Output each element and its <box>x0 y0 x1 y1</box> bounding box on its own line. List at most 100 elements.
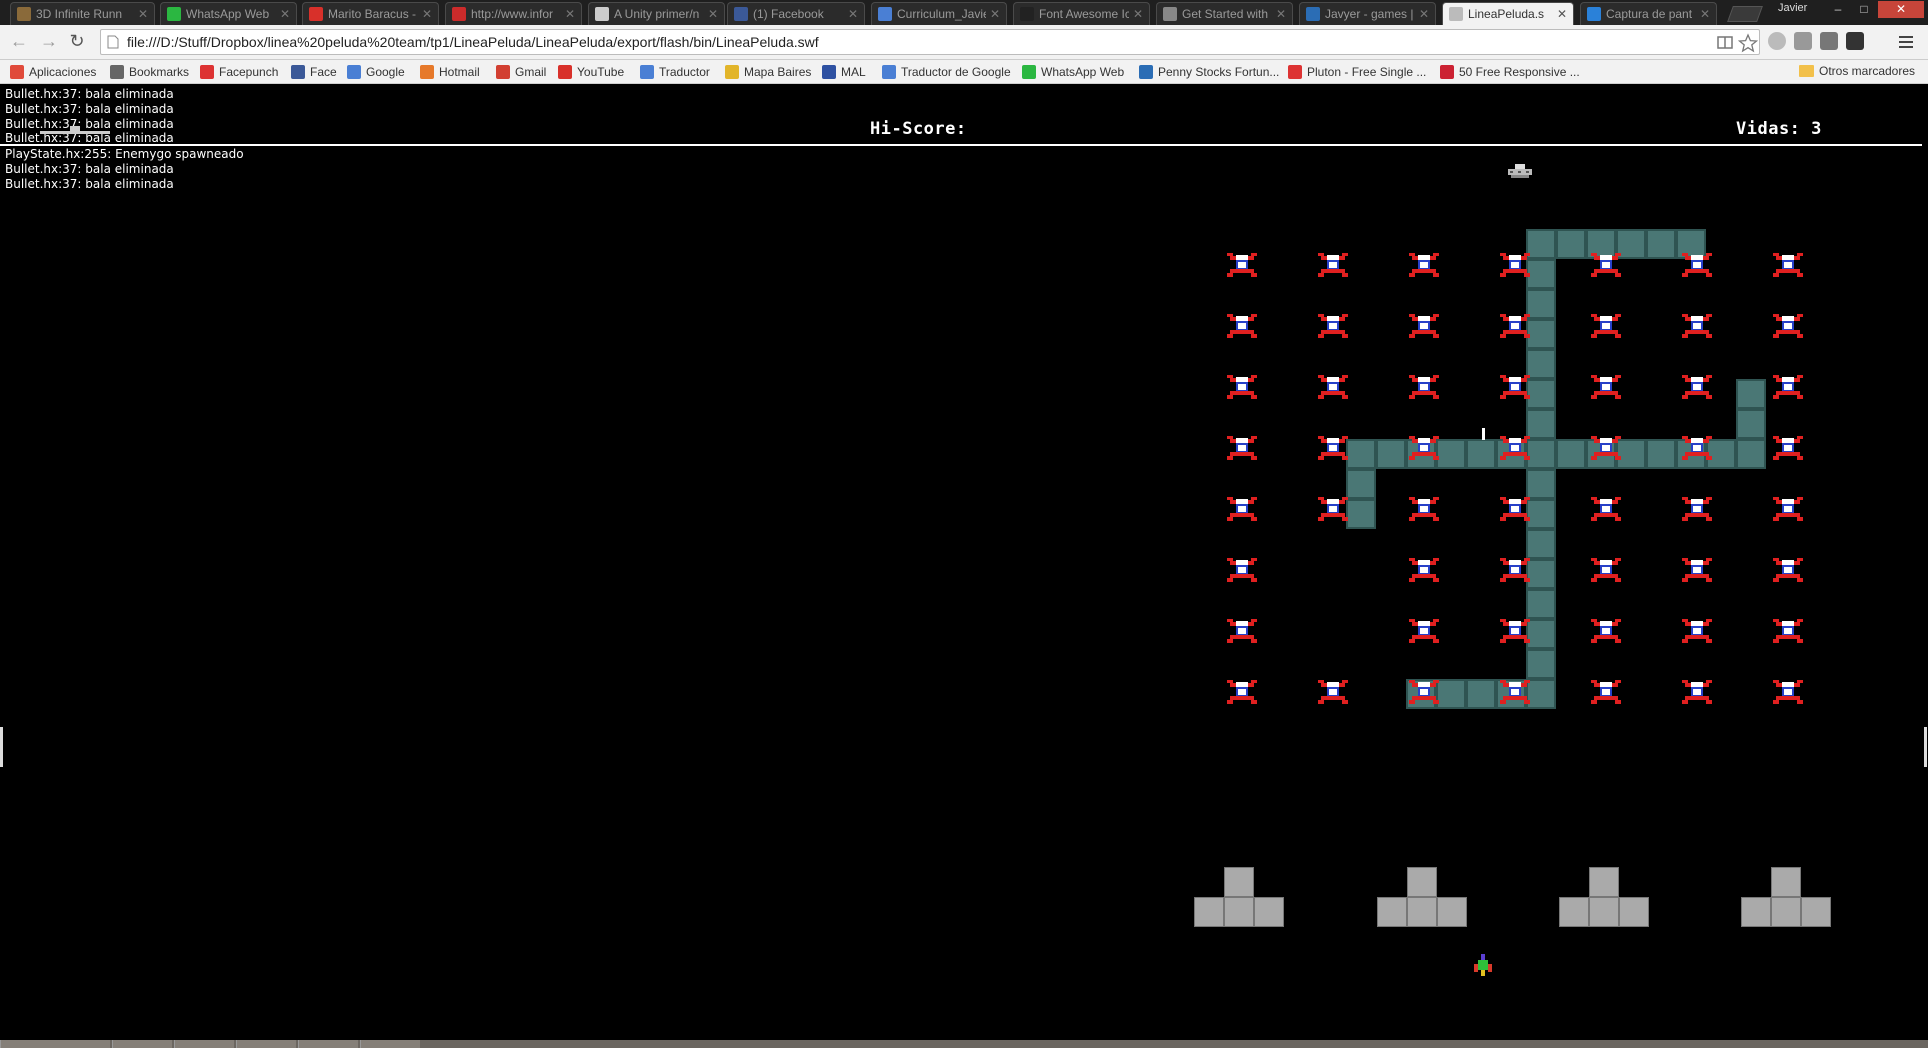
tab-5[interactable]: A Unity primer/n ✕ <box>588 2 725 25</box>
reload-button[interactable]: ↻ <box>66 30 88 52</box>
close-tab-icon[interactable]: ✕ <box>1419 7 1429 21</box>
alien-invader-icon <box>1500 433 1530 463</box>
tab-6[interactable]: (1) Facebook ✕ <box>727 2 865 25</box>
bookmark-item[interactable]: 50 Free Responsive ... <box>1440 64 1580 80</box>
forward-button[interactable]: → <box>38 30 60 52</box>
map-pin-icon <box>725 65 739 79</box>
profile-name[interactable]: Javier <box>1778 2 1807 14</box>
tab-8[interactable]: Font Awesome Ic ✕ <box>1013 2 1150 25</box>
bookmark-item[interactable]: MAL <box>822 64 866 80</box>
alien-invader-icon <box>1773 494 1803 524</box>
bookmark-label: Gmail <box>515 65 547 79</box>
other-bookmarks-folder[interactable]: Otros marcadores <box>1799 64 1915 78</box>
close-tab-icon[interactable]: ✕ <box>1700 7 1710 21</box>
taskbar-item[interactable] <box>112 1040 172 1048</box>
bookmark-item[interactable]: Pluton - Free Single ... <box>1288 64 1426 80</box>
bookmark-item[interactable]: Facepunch <box>200 64 278 80</box>
shield-block <box>1224 867 1254 897</box>
facebook-icon <box>734 7 748 21</box>
itch-icon <box>1306 7 1320 21</box>
line-block <box>1736 379 1766 409</box>
taskbar-start[interactable] <box>0 1040 110 1048</box>
shield-block <box>1801 897 1831 927</box>
bookmark-label: WhatsApp Web <box>1041 65 1125 79</box>
line-block <box>1646 439 1676 469</box>
tab-10[interactable]: Javyer - games | ✕ <box>1299 2 1436 25</box>
close-window-button[interactable]: ✕ <box>1878 1 1924 18</box>
browser-toolbar: ← → ↻ file:///D:/Stuff/Dropbox/linea%20p… <box>0 25 1928 60</box>
alien-invader-icon <box>1318 494 1348 524</box>
back-button[interactable]: ← <box>8 30 30 52</box>
extension-s-icon[interactable] <box>1846 32 1864 50</box>
taskbar-item[interactable] <box>174 1040 234 1048</box>
close-tab-icon[interactable]: ✕ <box>280 7 290 21</box>
close-tab-icon[interactable]: ✕ <box>138 7 148 21</box>
line-block <box>1346 499 1376 529</box>
bookmark-item[interactable]: Face <box>291 64 337 80</box>
mal-icon <box>822 65 836 79</box>
tab-1[interactable]: 3D Infinite Runn ✕ <box>10 2 155 25</box>
tab-12[interactable]: Captura de pant ✕ <box>1580 2 1717 25</box>
player-ship-icon[interactable] <box>1472 954 1494 978</box>
alien-invader-icon <box>1227 433 1257 463</box>
bookmark-item[interactable]: Gmail <box>496 64 546 80</box>
close-tab-icon[interactable]: ✕ <box>1276 7 1286 21</box>
bookmark-item[interactable]: Aplicaciones <box>10 64 96 80</box>
bookmark-item[interactable]: Traductor de Google <box>882 64 1011 80</box>
close-tab-icon[interactable]: ✕ <box>565 7 575 21</box>
close-tab-icon[interactable]: ✕ <box>708 7 718 21</box>
line-block <box>1736 409 1766 439</box>
bookmark-item[interactable]: Bookmarks <box>110 64 189 80</box>
taskbar-item[interactable] <box>236 1040 296 1048</box>
close-tab-icon[interactable]: ✕ <box>422 7 432 21</box>
bookmark-item[interactable]: Hotmail <box>420 64 480 80</box>
tab-11[interactable]: LineaPeluda.s ✕ <box>1442 2 1574 25</box>
line-block <box>1556 439 1586 469</box>
extension-puzzle-icon[interactable] <box>1820 32 1838 50</box>
line-block <box>1526 619 1556 649</box>
line-block <box>1526 439 1556 469</box>
close-tab-icon[interactable]: ✕ <box>1557 7 1567 21</box>
alien-invader-icon <box>1591 677 1621 707</box>
line-block <box>1526 679 1556 709</box>
bookmark-item[interactable]: Traductor <box>640 64 710 80</box>
tab-3[interactable]: Marito Baracus - ✕ <box>302 2 439 25</box>
bookmark-item[interactable]: Google <box>347 64 405 80</box>
close-tab-icon[interactable]: ✕ <box>848 7 858 21</box>
bookmark-item[interactable]: YouTube <box>558 64 624 80</box>
extension-shield-icon[interactable] <box>1768 32 1786 50</box>
bookmark-item[interactable]: Mapa Baires <box>725 64 811 80</box>
extension-profile-icon[interactable] <box>1794 32 1812 50</box>
line-block <box>1526 499 1556 529</box>
docs-icon <box>878 7 892 21</box>
alien-invader-icon <box>1318 677 1348 707</box>
taskbar-item[interactable] <box>298 1040 358 1048</box>
minimize-button[interactable]: – <box>1826 1 1850 18</box>
tab-4[interactable]: http://www.infor ✕ <box>445 2 582 25</box>
new-tab-button[interactable] <box>1727 6 1763 22</box>
alien-invader-icon <box>1500 372 1530 402</box>
alien-invader-icon <box>1227 616 1257 646</box>
url-text[interactable]: file:///D:/Stuff/Dropbox/linea%20peluda%… <box>127 34 819 50</box>
close-tab-icon[interactable]: ✕ <box>990 7 1000 21</box>
bookmark-label: 50 Free Responsive ... <box>1459 65 1580 79</box>
tab-title: Javyer - games | <box>1325 7 1414 21</box>
facebook-icon <box>291 65 305 79</box>
tab-9[interactable]: Get Started with ✕ <box>1156 2 1293 25</box>
bookmark-item[interactable]: WhatsApp Web <box>1022 64 1124 80</box>
tab-7[interactable]: Curriculum_Javie ✕ <box>871 2 1007 25</box>
close-tab-icon[interactable]: ✕ <box>1133 7 1143 21</box>
hiscore-label: Hi-Score: <box>870 119 967 139</box>
bookmark-star-icon[interactable] <box>1738 33 1758 53</box>
bookmark-item[interactable]: Penny Stocks Fortun... <box>1139 64 1279 80</box>
game-canvas[interactable]: Bullet.hx:37: bala eliminada Bullet.hx:37… <box>0 84 1928 1040</box>
maximize-button[interactable]: □ <box>1852 1 1876 18</box>
tab-2[interactable]: WhatsApp Web ✕ <box>160 2 297 25</box>
menu-hamburger-icon[interactable] <box>1898 34 1914 50</box>
line-block <box>1526 229 1556 259</box>
alien-invader-icon <box>1227 250 1257 280</box>
page-action-icon[interactable] <box>1716 34 1734 52</box>
address-bar[interactable]: file:///D:/Stuff/Dropbox/linea%20peluda%… <box>100 29 1760 55</box>
left-edge-marker <box>0 727 3 767</box>
taskbar-item[interactable] <box>360 1040 420 1048</box>
